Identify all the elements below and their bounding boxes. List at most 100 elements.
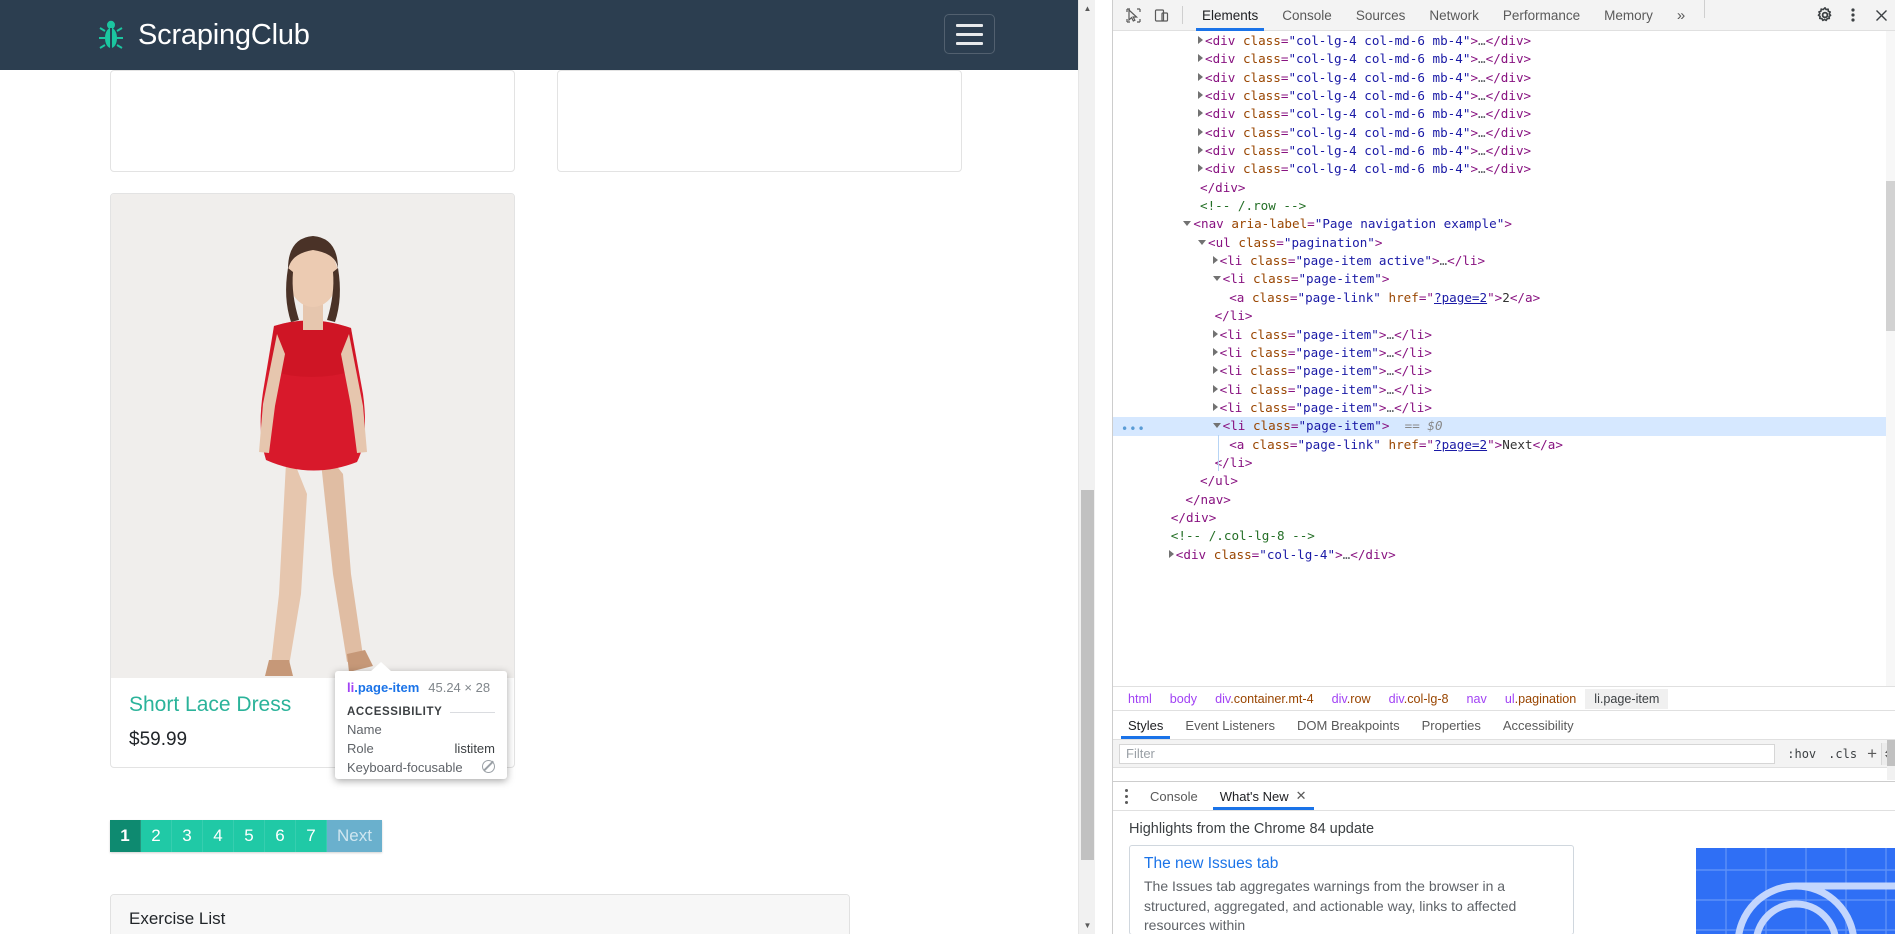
sidebar-tab-styles[interactable]: Styles — [1117, 711, 1174, 739]
navbar-toggler-button[interactable] — [944, 14, 995, 54]
dom-tree-line[interactable]: <a class="page-link" href="?page=2">2</a… — [1113, 289, 1895, 307]
dom-tree-line[interactable]: </div> — [1113, 509, 1895, 527]
pagination-item-5[interactable]: 5 — [234, 820, 265, 852]
dom-tree-line[interactable]: </nav> — [1113, 491, 1895, 509]
device-toolbar-icon[interactable] — [1147, 2, 1175, 28]
disclosure-triangle-open-icon[interactable] — [1183, 221, 1192, 227]
pagination-link-5[interactable]: 5 — [234, 820, 265, 852]
pagination-item-1[interactable]: 1 — [110, 820, 141, 852]
pagination-item-6[interactable]: 6 — [265, 820, 296, 852]
disclosure-triangle-open-icon[interactable] — [1212, 276, 1221, 282]
product-card-partial[interactable] — [110, 70, 515, 172]
dom-tree-line[interactable]: <div class="col-lg-4 col-md-6 mb-4">…</d… — [1113, 50, 1895, 68]
gear-icon[interactable] — [1811, 2, 1839, 28]
pagination-link-7[interactable]: 7 — [296, 820, 327, 852]
page-scrollbar-thumb[interactable] — [1081, 490, 1094, 860]
drawer-kebab-menu-icon[interactable] — [1113, 782, 1139, 810]
dom-tree-line[interactable]: <li class="page-item">…</li> — [1113, 344, 1895, 362]
breadcrumb-item-div-row[interactable]: div.row — [1323, 689, 1380, 709]
sidebar-tab-accessibility[interactable]: Accessibility — [1492, 711, 1585, 739]
disclosure-triangle-closed-icon[interactable] — [1198, 54, 1203, 63]
whats-new-card[interactable]: The new Issues tab The Issues tab aggreg… — [1129, 845, 1574, 934]
close-icon[interactable]: ✕ — [1296, 788, 1307, 804]
drawer-tab-console[interactable]: Console — [1139, 782, 1209, 810]
pagination-link-next[interactable]: Next — [327, 820, 382, 852]
dom-tree-line[interactable]: <div class="col-lg-4 col-md-6 mb-4">…</d… — [1113, 142, 1895, 160]
pagination-link-1[interactable]: 1 — [110, 820, 141, 852]
disclosure-triangle-closed-icon[interactable] — [1212, 366, 1218, 375]
devtools-tab-console[interactable]: Console — [1270, 0, 1344, 31]
pagination-link-4[interactable]: 4 — [203, 820, 234, 852]
devtools-tab-network[interactable]: Network — [1417, 0, 1491, 31]
pagination-item-7[interactable]: 7 — [296, 820, 327, 852]
kebab-menu-icon[interactable] — [1839, 2, 1867, 28]
disclosure-triangle-closed-icon[interactable] — [1198, 72, 1203, 81]
styles-pane-scrollbar[interactable] — [1887, 740, 1895, 780]
whats-new-card-title[interactable]: The new Issues tab — [1144, 855, 1559, 873]
cursor-select-icon[interactable] — [1119, 2, 1147, 28]
dom-tree-line[interactable]: </li> — [1113, 307, 1895, 325]
sidebar-tab-dom-breakpoints[interactable]: DOM Breakpoints — [1286, 711, 1411, 739]
dom-tree-line[interactable]: </ul> — [1113, 472, 1895, 490]
devtools-tab-elements[interactable]: Elements — [1190, 0, 1270, 31]
disclosure-triangle-closed-icon[interactable] — [1212, 402, 1218, 411]
product-card-partial[interactable] — [557, 70, 962, 172]
pagination-link-6[interactable]: 6 — [265, 820, 296, 852]
pagination-link-2[interactable]: 2 — [141, 820, 172, 852]
dom-tree-line[interactable]: <div class="col-lg-4 col-md-6 mb-4">…</d… — [1113, 87, 1895, 105]
devtools-tab-performance[interactable]: Performance — [1491, 0, 1592, 31]
disclosure-triangle-closed-icon[interactable] — [1198, 127, 1203, 136]
disclosure-triangle-closed-icon[interactable] — [1212, 329, 1218, 338]
dom-tree-line[interactable]: <li class="page-item"> — [1113, 270, 1895, 288]
scroll-up-arrow-icon[interactable]: ▲ — [1079, 0, 1095, 17]
devtools-tab-memory[interactable]: Memory — [1592, 0, 1665, 31]
site-brand[interactable]: ScrapingClub — [98, 19, 310, 52]
dom-tree-line[interactable]: <!-- /.row --> — [1113, 197, 1895, 215]
disclosure-triangle-open-icon[interactable] — [1212, 423, 1221, 429]
dom-tree-line[interactable]: <ul class="pagination"> — [1113, 234, 1895, 252]
devtools-tab-sources[interactable]: Sources — [1344, 0, 1418, 31]
dom-tree[interactable]: <div class="col-lg-4 col-md-6 mb-4">…</d… — [1113, 31, 1895, 686]
dom-tree-line[interactable]: <div class="col-lg-4 col-md-6 mb-4">…</d… — [1113, 69, 1895, 87]
breadcrumb-item-li-page-item[interactable]: li.page-item — [1585, 688, 1669, 709]
breadcrumb-item-ul-pagination[interactable]: ul.pagination — [1496, 689, 1585, 709]
dom-tree-scrollbar[interactable] — [1886, 31, 1895, 686]
dom-tree-line[interactable]: <div class="col-lg-4">…</div> — [1113, 546, 1895, 564]
disclosure-triangle-closed-icon[interactable] — [1198, 146, 1203, 155]
plus-icon[interactable]: + — [1863, 744, 1881, 764]
dom-tree-line[interactable]: <li class="page-item">…</li> — [1113, 326, 1895, 344]
sidebar-tab-event-listeners[interactable]: Event Listeners — [1174, 711, 1286, 739]
breadcrumb-item-nav[interactable]: nav — [1458, 689, 1496, 709]
dom-tree-line[interactable]: <li class="page-item"> == $0 ••• — [1113, 417, 1895, 436]
pagination-item-next[interactable]: Next — [327, 820, 382, 852]
disclosure-triangle-closed-icon[interactable] — [1198, 164, 1203, 173]
disclosure-triangle-closed-icon[interactable] — [1212, 347, 1218, 356]
devtools-tabs-overflow-icon[interactable]: » — [1665, 0, 1697, 31]
dom-tree-scrollbar-thumb[interactable] — [1886, 181, 1895, 331]
dom-tree-line[interactable]: <div class="col-lg-4 col-md-6 mb-4">…</d… — [1113, 160, 1895, 178]
pagination-item-4[interactable]: 4 — [203, 820, 234, 852]
sidebar-tab-properties[interactable]: Properties — [1411, 711, 1492, 739]
page-scrollbar[interactable]: ▲ ▼ — [1078, 0, 1095, 934]
drawer-tab-whats-new[interactable]: What's New ✕ — [1209, 782, 1318, 810]
dom-tree-line[interactable]: <div class="col-lg-4 col-md-6 mb-4">…</d… — [1113, 105, 1895, 123]
styles-filter-input[interactable]: Filter — [1119, 743, 1776, 764]
dom-tree-line[interactable]: <li class="page-item active">…</li> — [1113, 252, 1895, 270]
breadcrumb-item-div-col-lg-8[interactable]: div.col-lg-8 — [1380, 689, 1458, 709]
disclosure-triangle-closed-icon[interactable] — [1198, 36, 1203, 44]
pagination-item-2[interactable]: 2 — [141, 820, 172, 852]
dom-tree-line[interactable]: <li class="page-item">…</li> — [1113, 399, 1895, 417]
dom-tree-line[interactable]: <li class="page-item">…</li> — [1113, 381, 1895, 399]
dom-tree-line[interactable]: <div class="col-lg-4 col-md-6 mb-4">…</d… — [1113, 32, 1895, 50]
disclosure-triangle-closed-icon[interactable] — [1198, 109, 1203, 118]
disclosure-triangle-closed-icon[interactable] — [1198, 91, 1203, 100]
breadcrumb-item-body[interactable]: body — [1161, 689, 1206, 709]
dom-tree-line[interactable]: <!-- /.col-lg-8 --> — [1113, 527, 1895, 545]
breadcrumb-item-html[interactable]: html — [1119, 689, 1161, 709]
pagination-item-3[interactable]: 3 — [172, 820, 203, 852]
pagination-link-3[interactable]: 3 — [172, 820, 203, 852]
close-icon[interactable] — [1867, 2, 1895, 28]
disclosure-triangle-closed-icon[interactable] — [1212, 256, 1218, 265]
scroll-down-arrow-icon[interactable]: ▼ — [1079, 917, 1095, 934]
disclosure-triangle-closed-icon[interactable] — [1212, 384, 1218, 393]
